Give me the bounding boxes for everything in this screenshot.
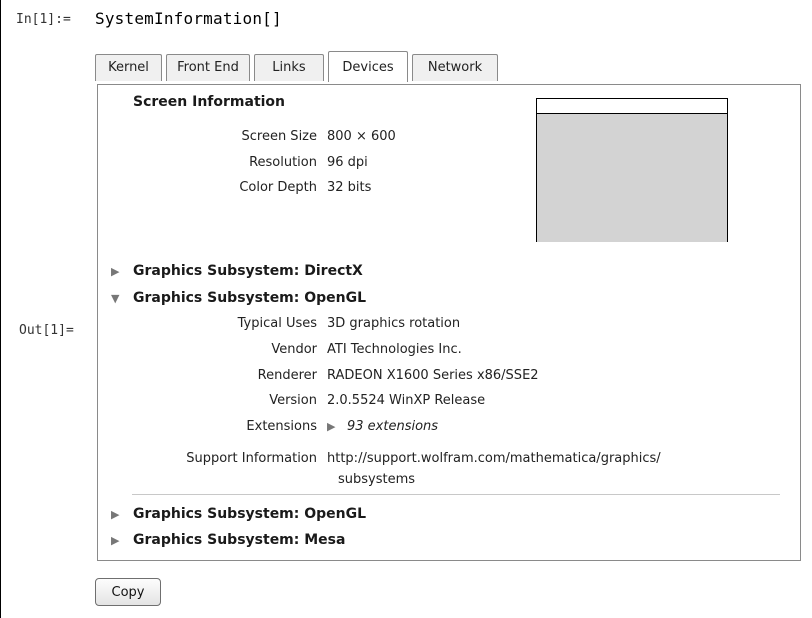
renderer-value: RADEON X1600 Series x86/SSE2 bbox=[327, 368, 539, 383]
subsystem-opengl-title: Graphics Subsystem: OpenGL bbox=[133, 290, 367, 306]
tab-network[interactable]: Network bbox=[412, 54, 498, 81]
support-information-label: Support Information bbox=[186, 451, 317, 466]
screen-diagram bbox=[536, 98, 728, 242]
subsystem-mesa-title: Graphics Subsystem: Mesa bbox=[133, 532, 346, 548]
extensions-label: Extensions bbox=[246, 419, 317, 434]
input-label: In[1]:= bbox=[16, 12, 71, 27]
triangle-down-icon: ▼ bbox=[111, 292, 120, 305]
subsystem-directx-title: Graphics Subsystem: DirectX bbox=[133, 263, 363, 279]
extensions-toggle[interactable]: ▶ 93 extensions bbox=[327, 419, 438, 434]
cell-bracket-border bbox=[0, 0, 1, 618]
typical-uses-label: Typical Uses bbox=[237, 316, 317, 331]
tab-kernel[interactable]: Kernel bbox=[95, 54, 162, 81]
tab-front-end[interactable]: Front End bbox=[166, 54, 250, 81]
color-depth-value: 32 bits bbox=[327, 180, 372, 195]
subsystem-opengl-expanded[interactable]: ▼ Graphics Subsystem: OpenGL bbox=[111, 290, 366, 306]
support-link-line2[interactable]: subsystems bbox=[338, 472, 415, 487]
output-label: Out[1]= bbox=[19, 323, 74, 338]
renderer-label: Renderer bbox=[257, 368, 317, 383]
vendor-label: Vendor bbox=[271, 342, 317, 357]
typical-uses-value: 3D graphics rotation bbox=[327, 316, 461, 331]
version-value: 2.0.5524 WinXP Release bbox=[327, 393, 486, 408]
subsystem-directx[interactable]: ▶ Graphics Subsystem: DirectX bbox=[111, 263, 363, 279]
vendor-value: ATI Technologies Inc. bbox=[327, 342, 462, 357]
input-code[interactable]: SystemInformation[] bbox=[95, 9, 282, 28]
divider bbox=[132, 494, 780, 495]
triangle-right-icon: ▶ bbox=[111, 534, 120, 547]
subsystem-opengl-2-title: Graphics Subsystem: OpenGL bbox=[133, 506, 367, 522]
color-depth-label: Color Depth bbox=[239, 180, 317, 195]
screen-diagram-area bbox=[537, 113, 727, 242]
resolution-value: 96 dpi bbox=[327, 155, 368, 170]
triangle-right-icon: ▶ bbox=[327, 420, 336, 433]
version-label: Version bbox=[269, 393, 317, 408]
triangle-right-icon: ▶ bbox=[111, 265, 120, 278]
subsystem-mesa[interactable]: ▶ Graphics Subsystem: Mesa bbox=[111, 532, 345, 548]
extensions-value: 93 extensions bbox=[347, 419, 439, 434]
triangle-right-icon: ▶ bbox=[111, 508, 120, 521]
resolution-label: Resolution bbox=[249, 155, 317, 170]
tab-links[interactable]: Links bbox=[254, 54, 324, 81]
tab-devices[interactable]: Devices bbox=[328, 51, 408, 82]
support-link-line1[interactable]: http://support.wolfram.com/mathematica/g… bbox=[327, 451, 661, 466]
subsystem-opengl-2[interactable]: ▶ Graphics Subsystem: OpenGL bbox=[111, 506, 366, 522]
screen-size-label: Screen Size bbox=[241, 129, 317, 144]
screen-information-title: Screen Information bbox=[133, 94, 286, 110]
copy-button[interactable]: Copy bbox=[95, 578, 161, 606]
screen-size-value: 800 × 600 bbox=[327, 129, 396, 144]
